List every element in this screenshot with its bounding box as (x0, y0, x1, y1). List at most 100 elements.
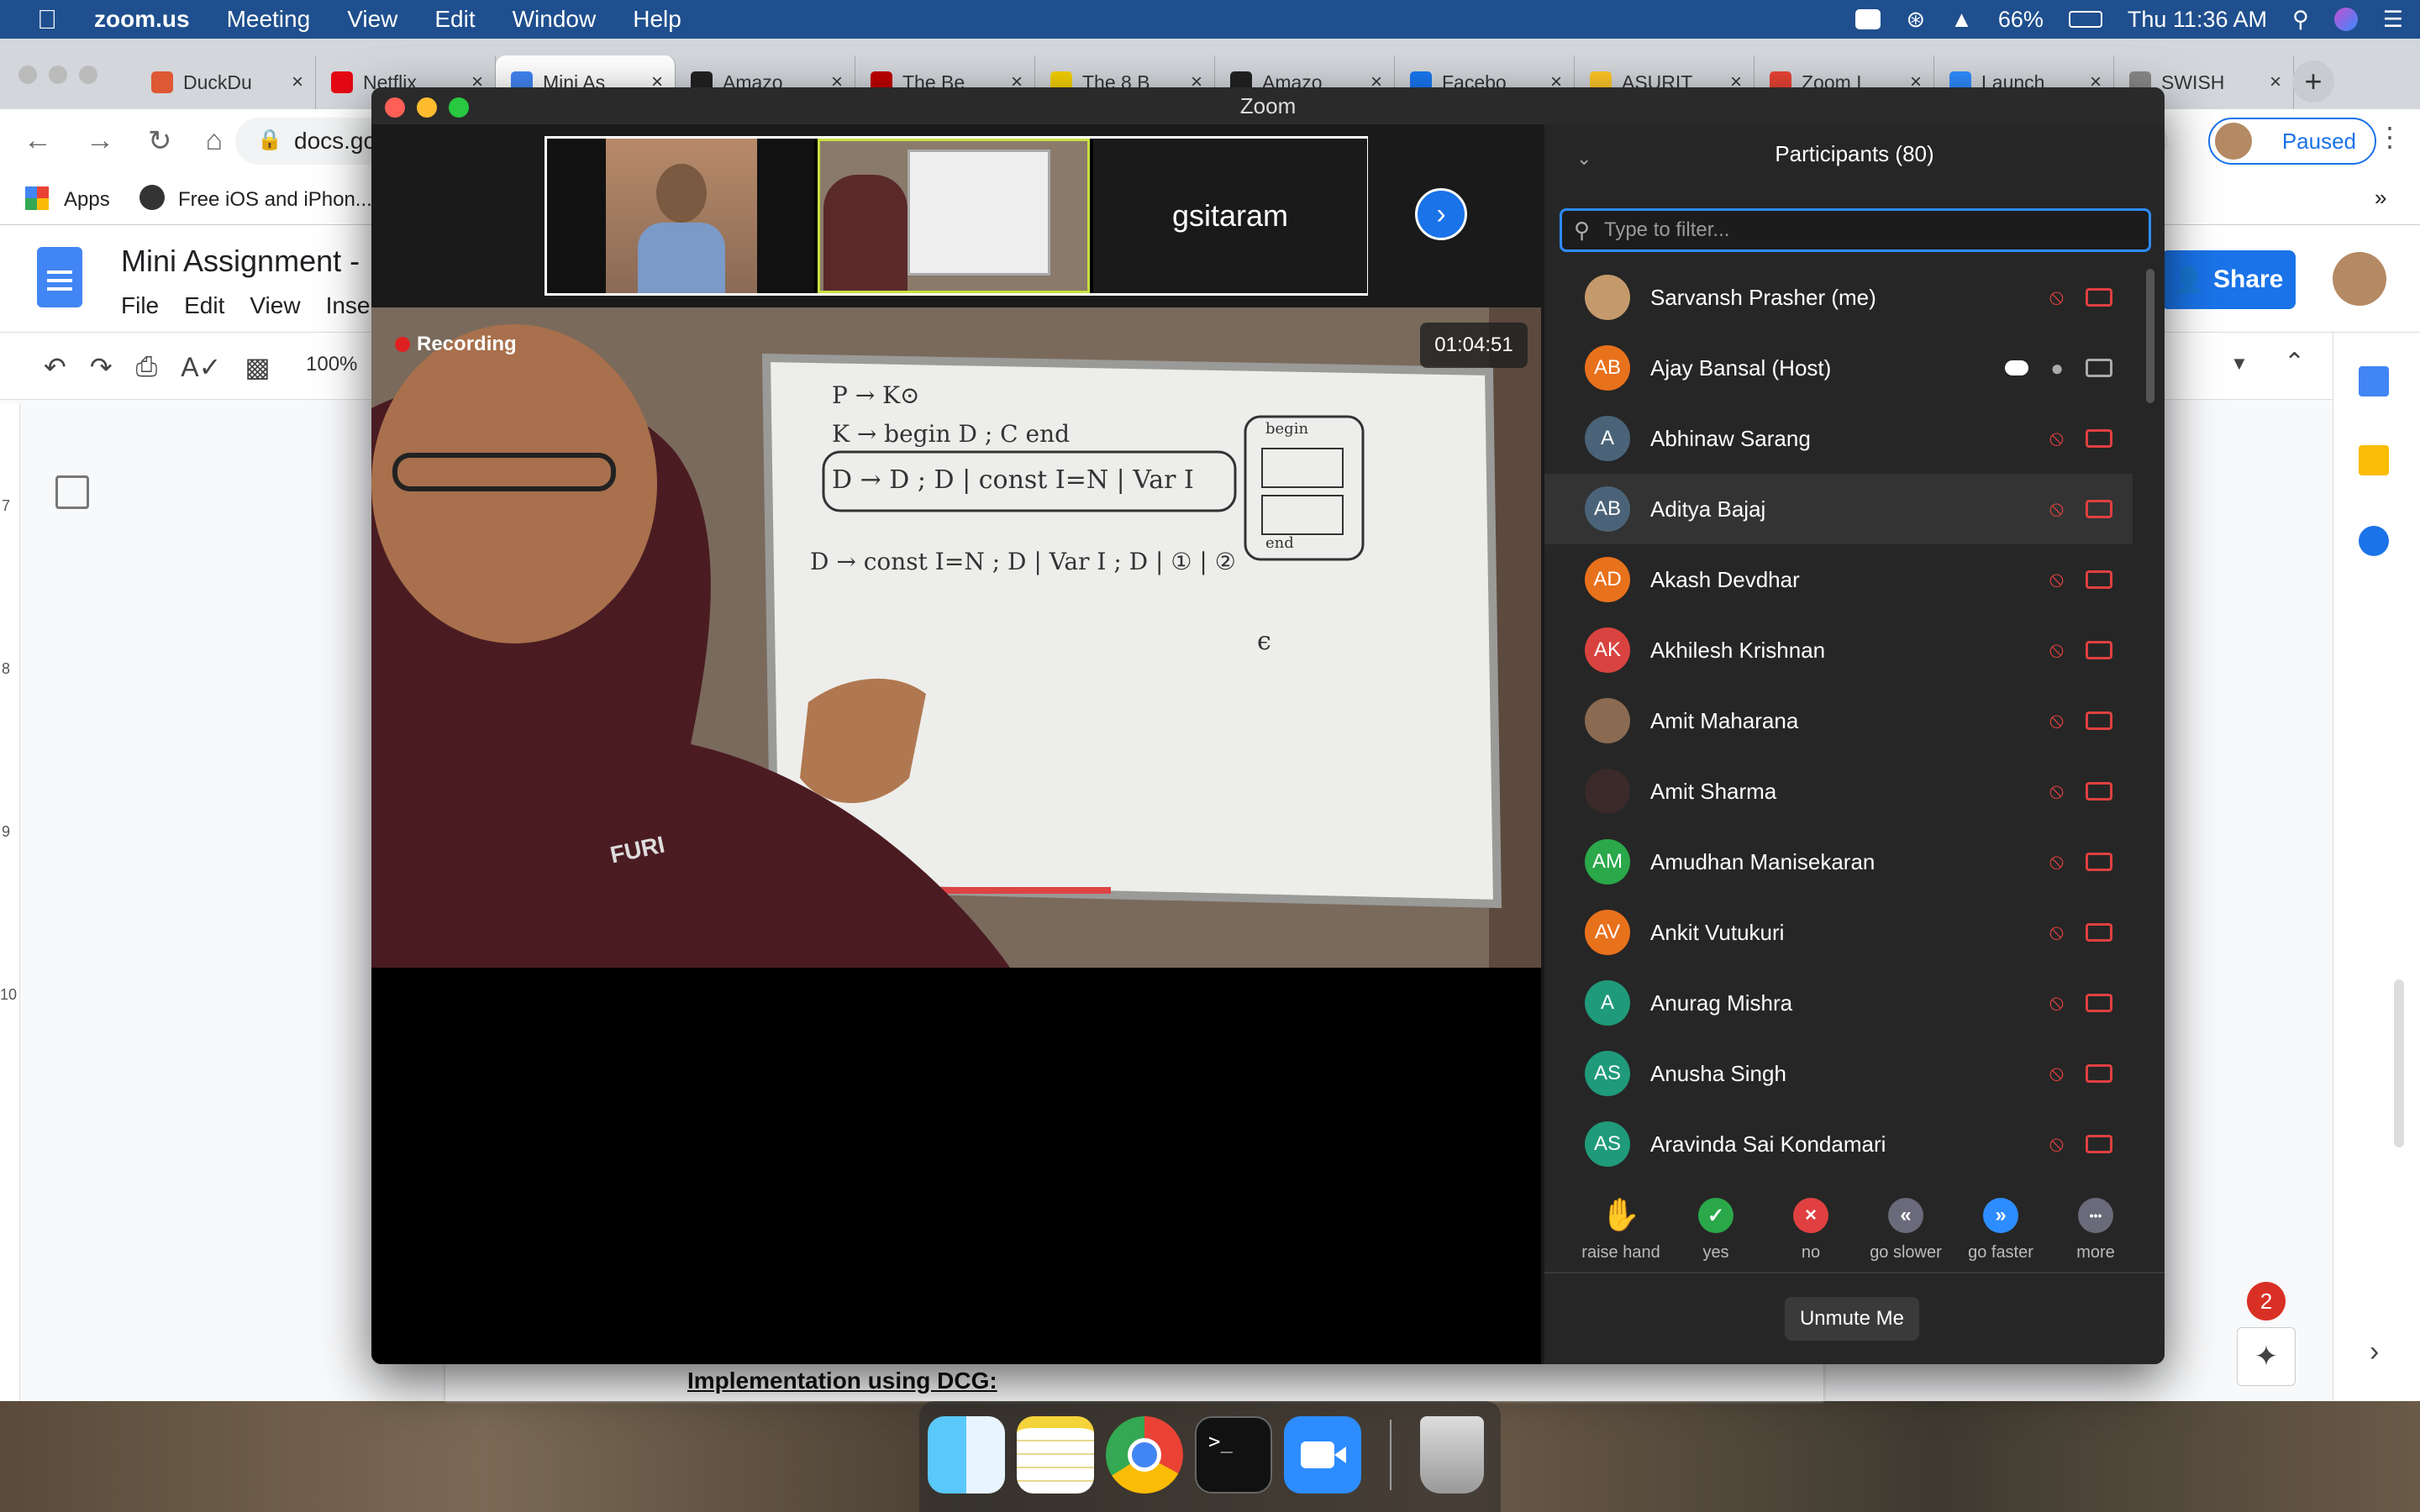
zoom-maximize-icon[interactable] (449, 97, 469, 118)
video-off-icon[interactable] (2086, 1064, 2112, 1083)
notes-icon[interactable] (1017, 1416, 1094, 1494)
browser-tab[interactable]: DuckDu × (136, 55, 316, 109)
new-tab-button[interactable]: + (2292, 60, 2334, 102)
microphone-muted-icon[interactable]: ⦸ (2049, 919, 2064, 946)
zoom-status-icon[interactable] (1855, 9, 1881, 29)
siri-icon[interactable] (2333, 8, 2358, 31)
finder-icon[interactable] (928, 1416, 1005, 1494)
main-video[interactable]: P → K⊙ K → begin D ; C end D → D ; D | c… (371, 307, 1541, 968)
microphone-muted-icon[interactable]: ⦸ (2049, 637, 2064, 664)
menu-window[interactable]: Window (513, 6, 597, 33)
minimize-window-icon[interactable] (49, 66, 67, 84)
participant-row[interactable]: AS Anusha Singh ⦸ (1544, 1038, 2133, 1109)
participants-scrollbar[interactable] (2146, 269, 2154, 403)
undo-icon[interactable]: ↶ (44, 351, 66, 383)
zoom-level-select[interactable]: 100% (306, 353, 357, 376)
video-thumbnail-participant[interactable] (547, 139, 814, 293)
microphone-muted-icon[interactable]: ⦸ (2049, 425, 2064, 452)
back-icon[interactable]: ← (24, 124, 52, 158)
menu-view[interactable]: View (347, 6, 397, 33)
video-off-icon[interactable] (2086, 782, 2112, 801)
participant-row[interactable]: Amit Maharana ⦸ (1544, 685, 2133, 756)
microphone-muted-icon[interactable]: ⦸ (2049, 990, 2064, 1016)
video-camera-icon[interactable] (2086, 359, 2112, 377)
spotlight-icon[interactable]: ⚲ (2292, 7, 2309, 33)
dropdown-caret-icon[interactable]: ▼ (2230, 353, 2249, 375)
participant-row[interactable]: AB Ajay Bansal (Host) ● (1544, 333, 2133, 403)
forward-icon[interactable]: → (86, 124, 114, 158)
docs-menu-view[interactable]: View (250, 292, 300, 319)
reaction-raise-hand-button[interactable]: ✋ raise hand (1575, 1198, 1667, 1263)
next-page-arrow-icon[interactable]: › (1415, 188, 1467, 240)
microphone-muted-icon[interactable]: ⦸ (2049, 848, 2064, 875)
docs-menu-edit[interactable]: Edit (184, 292, 224, 319)
control-center-icon[interactable]: ☰ (2383, 7, 2403, 33)
clock[interactable]: Thu 11:36 AM (2128, 7, 2267, 33)
menu-meeting[interactable]: Meeting (227, 6, 311, 33)
microphone-muted-icon[interactable]: ⦸ (2049, 778, 2064, 805)
share-button[interactable]: 👤 Share (2161, 250, 2296, 309)
video-off-icon[interactable] (2086, 570, 2112, 589)
docs-scrollbar[interactable] (2394, 979, 2404, 1147)
docs-menu-insert[interactable]: Inser (326, 292, 378, 319)
close-tab-icon[interactable]: × (2270, 71, 2281, 94)
print-icon[interactable]: ⎙ (136, 351, 158, 383)
video-off-icon[interactable] (2086, 429, 2112, 448)
zoom-minimize-icon[interactable] (417, 97, 437, 118)
reaction-more-button[interactable]: ••• more (2049, 1198, 2142, 1263)
participant-row[interactable]: AB Aditya Bajaj ⦸ (1544, 474, 2133, 544)
video-off-icon[interactable] (2086, 500, 2112, 518)
browser-menu-icon[interactable]: ⋮ (2376, 121, 2403, 153)
docs-logo-icon[interactable] (37, 247, 82, 307)
close-tab-icon[interactable]: × (292, 71, 303, 94)
bookmark-apps[interactable]: Apps (64, 188, 110, 212)
participant-row[interactable]: Sarvansh Prasher (me) ⦸ (1544, 262, 2133, 333)
video-thumbnail-active-speaker[interactable] (818, 139, 1090, 293)
participant-row[interactable]: AK Akhilesh Krishnan ⦸ (1544, 615, 2133, 685)
more-bookmarks-icon[interactable]: » (2375, 185, 2386, 211)
microphone-muted-icon[interactable]: ⦸ (2049, 566, 2064, 593)
zoom-dock-icon[interactable] (1284, 1416, 1361, 1494)
chrome-icon[interactable] (1106, 1416, 1183, 1494)
unmute-me-button[interactable]: Unmute Me (1785, 1297, 1919, 1341)
participant-row[interactable]: AM Amudhan Manisekaran ⦸ (1544, 827, 2133, 897)
collapse-toolbar-icon[interactable]: ⌃ (2284, 348, 2305, 377)
trash-icon[interactable] (1420, 1416, 1484, 1494)
menu-edit[interactable]: Edit (434, 6, 475, 33)
reload-icon[interactable]: ↻ (148, 124, 172, 158)
paint-format-icon[interactable]: ▩ (245, 351, 270, 383)
microphone-muted-icon[interactable]: ⦸ (2049, 707, 2064, 734)
video-thumbnail-gsitaram[interactable]: gsitaram (1093, 139, 1367, 293)
bookmark-free-ios[interactable]: Free iOS and iPhon... (178, 188, 372, 212)
explore-button[interactable]: ✦ (2237, 1327, 2296, 1386)
apple-icon[interactable]:  (37, 4, 57, 35)
maximize-window-icon[interactable] (79, 66, 97, 84)
calendar-icon[interactable] (2359, 366, 2389, 396)
docs-menu-file[interactable]: File (121, 292, 159, 319)
close-window-icon[interactable] (18, 66, 37, 84)
participants-search-input[interactable]: ⚲ Type to filter... (1560, 208, 2151, 252)
microphone-muted-icon[interactable]: ⦸ (2049, 1131, 2064, 1158)
redo-icon[interactable]: ↷ (90, 351, 113, 383)
video-off-icon[interactable] (2086, 994, 2112, 1012)
spellcheck-icon[interactable]: A✓ (181, 351, 221, 383)
reaction-yes-button[interactable]: ✓ yes (1670, 1198, 1762, 1263)
microphone-muted-icon[interactable]: ⦸ (2049, 496, 2064, 522)
microphone-muted-icon[interactable]: ⦸ (2049, 284, 2064, 311)
reaction-go-slower-button[interactable]: « go slower (1860, 1198, 1952, 1263)
battery-icon[interactable] (2068, 11, 2102, 28)
video-off-icon[interactable] (2086, 711, 2112, 730)
terminal-icon[interactable]: >_ (1195, 1416, 1272, 1494)
account-avatar[interactable] (2333, 252, 2386, 306)
microphone-muted-icon[interactable]: ⦸ (2049, 1060, 2064, 1087)
tasks-icon[interactable] (2359, 526, 2389, 556)
document-outline-icon[interactable] (55, 475, 89, 509)
reaction-go-faster-button[interactable]: » go faster (1954, 1198, 2047, 1263)
participant-row[interactable]: AD Akash Devdhar ⦸ (1544, 544, 2133, 615)
bluetooth-icon[interactable]: ⊛ (1906, 7, 1925, 33)
wifi-icon[interactable]: ▲ (1950, 7, 1973, 33)
video-off-icon[interactable] (2086, 853, 2112, 871)
document-title[interactable]: Mini Assignment - (121, 244, 360, 279)
video-off-icon[interactable] (2086, 1135, 2112, 1153)
video-off-icon[interactable] (2086, 641, 2112, 659)
